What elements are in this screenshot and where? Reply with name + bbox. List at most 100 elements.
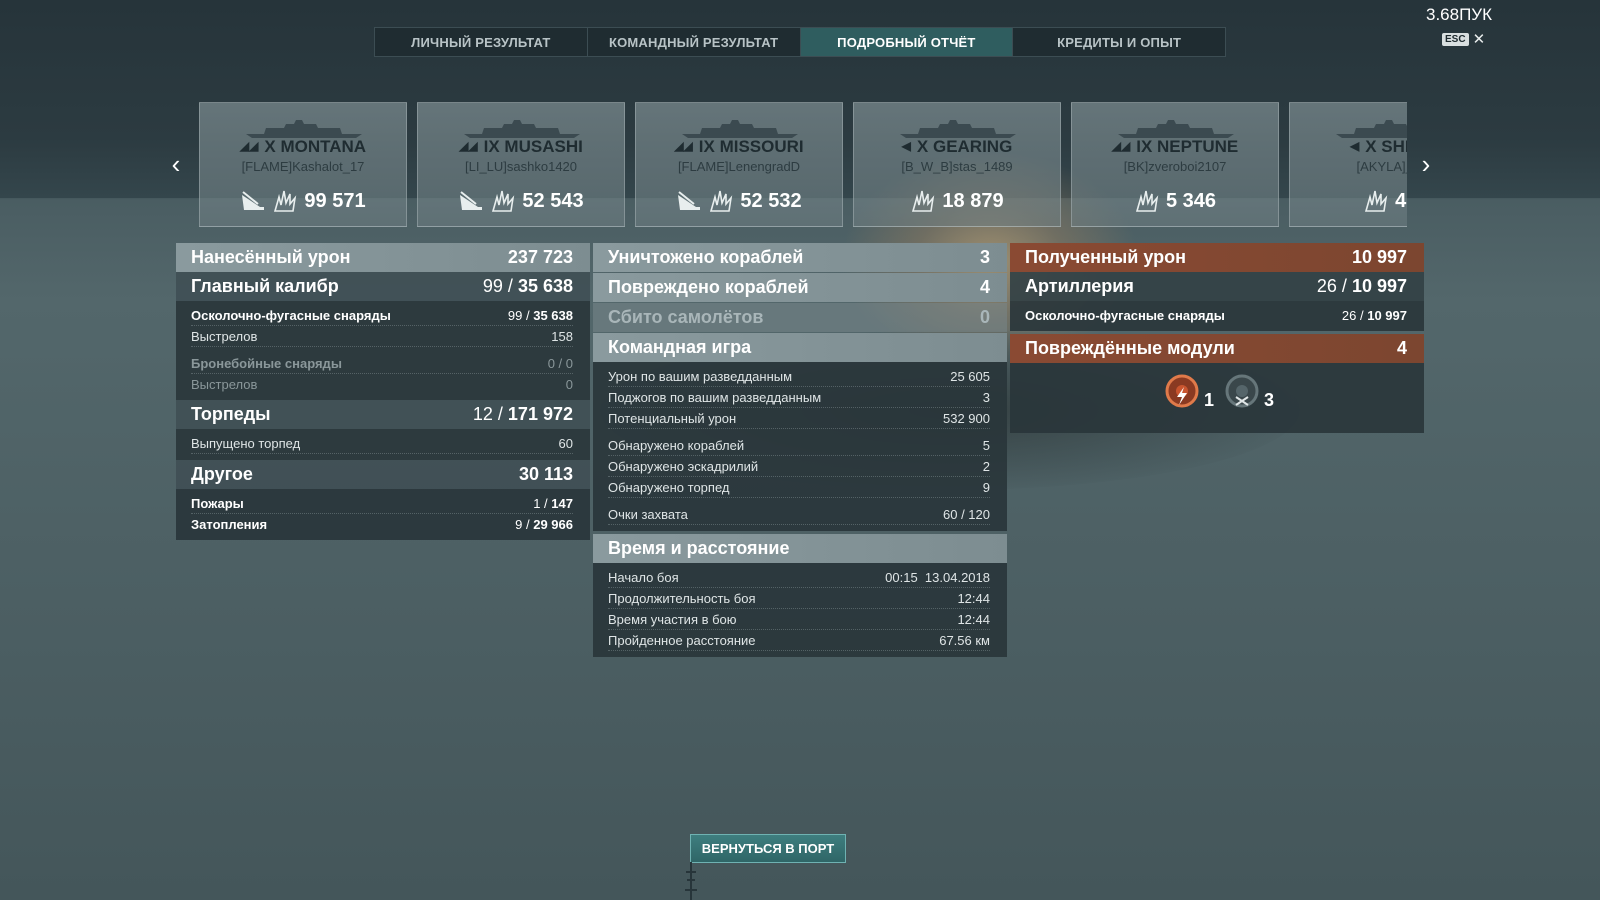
ship-silhouette-icon <box>1336 120 1407 138</box>
player-name: [FLAME]LenengradD <box>677 159 801 174</box>
tab-credits-xp[interactable]: КРЕДИТЫ И ОПЫТ <box>1013 28 1225 56</box>
ship-stats: 52 532 <box>636 189 842 213</box>
other-header: Другое 30 113 <box>176 460 590 489</box>
torpedo-hit-icon <box>460 191 483 210</box>
artillery-details: Осколочно-фугасные снаряды 26 / 10 997 <box>1010 301 1424 331</box>
ship-card[interactable]: ◀X SHIMA [AKYLA]_De 4 6 <box>1289 102 1407 227</box>
damage-dealt-header: Нанесённый урон 237 723 <box>176 243 590 272</box>
ship-stats: 4 6 <box>1290 189 1407 213</box>
artillery-header: Артиллерия 26 / 10 997 <box>1010 272 1424 301</box>
ship-class-icon: ◢◢ <box>459 139 478 153</box>
ship-class-icon: ◢◢ <box>674 139 693 153</box>
damaged-ships-header: Повреждено кораблей 4 <box>593 273 1007 302</box>
carousel-next-arrow-icon[interactable]: › <box>1417 150 1435 178</box>
ship-class-icon: ◀ <box>1349 139 1360 153</box>
ship-stats: 18 879 <box>854 189 1060 213</box>
he-shots-row: Выстрелов 158 <box>191 326 573 347</box>
torpedo-hit-icon <box>242 191 265 210</box>
potential-damage-row: Потенциальный урон 532 900 <box>608 408 990 429</box>
module-destroyed-icon <box>1225 374 1259 408</box>
damage-burst-icon <box>1365 190 1388 212</box>
ship-stats: 99 571 <box>200 189 406 213</box>
ship-card[interactable]: ◢◢ IX NEPTUNE [BK]zveroboi2107 5 346 <box>1071 102 1279 227</box>
ap-shells-row: Бронебойные снаряды 0 / 0 <box>191 353 573 374</box>
tab-personal-result[interactable]: ЛИЧНЫЙ РЕЗУЛЬТАТ <box>375 28 588 56</box>
torpedoes-spotted-row: Обнаружено торпед 9 <box>608 477 990 498</box>
damage-value: 18 879 <box>942 189 1004 212</box>
planes-shot-header: Сбито самолётов 0 <box>593 303 1007 332</box>
ship-silhouette-icon <box>1118 120 1234 138</box>
damage-dealt-label: Нанесённый урон <box>191 247 351 267</box>
version-label: 3.68ПУК <box>1425 5 1492 24</box>
ship-card[interactable]: ◢◢ X MONTANA [FLAME]Kashalot_17 99 571 <box>199 102 407 227</box>
carousel-prev-arrow-icon[interactable]: ‹ <box>167 150 185 178</box>
damage-burst-icon <box>492 190 515 212</box>
team-play-details: Урон по вашим разведданным 25 605 Поджого… <box>593 362 1007 531</box>
capture-points-row: Очки захвата 60 / 120 <box>608 504 990 525</box>
fires-row: Пожары 1 / 147 <box>191 493 573 514</box>
tab-team-result[interactable]: КОМАНДНЫЙ РЕЗУЛЬТАТ <box>588 28 801 56</box>
close-button[interactable]: ESC ✕ <box>1442 30 1486 48</box>
torpedo-hit-icon <box>678 191 701 210</box>
ship-mast-icon <box>685 862 697 900</box>
damage-burst-icon <box>710 190 733 212</box>
damage-value: 5 346 <box>1165 189 1217 212</box>
received-he-row: Осколочно-фугасные снаряды 26 / 10 997 <box>1025 307 1407 323</box>
return-to-port-button[interactable]: ВЕРНУТЬСЯ В ПОРТ <box>690 834 846 863</box>
ships-spotted-row: Обнаружено кораблей 5 <box>608 435 990 456</box>
ship-name: ◢◢ X MONTANA <box>239 137 367 156</box>
damage-value: 99 571 <box>304 189 366 212</box>
spotting-fires-row: Поджогов по вашим разведданным 3 <box>608 387 990 408</box>
ship-silhouette-icon <box>900 120 1016 138</box>
ship-name: ◢◢ IX NEPTUNE <box>1111 137 1239 156</box>
ship-class-icon: ◢◢ <box>239 139 259 153</box>
ship-silhouette-icon <box>246 120 362 138</box>
player-name: [LI_LU]sashko1420 <box>464 159 578 174</box>
ship-name: ◀ X GEARING <box>901 137 1013 156</box>
engine-module-entry: 1 <box>1162 371 1214 411</box>
main-battery-value: 99 / 35 638 <box>482 276 573 296</box>
esc-key-label: ESC <box>1442 33 1469 46</box>
battle-duration-row: Продолжительность боя 12:44 <box>608 588 990 609</box>
main-battery-header: Главный калибр 99 / 35 638 <box>176 272 590 301</box>
squadrons-spotted-row: Обнаружено эскадрилий 2 <box>608 456 990 477</box>
torpedoes-details: Выпущено торпед 60 <box>176 429 590 460</box>
main-battery-label: Главный калибр <box>191 276 339 296</box>
module-destroyed-entry: 3 <box>1222 371 1274 411</box>
ship-card[interactable]: ◢◢ IX MUSASHI [LI_LU]sashko1420 52 543 <box>417 102 625 227</box>
ship-card[interactable]: ◢◢ IX MISSOURI [FLAME]LenengradD 52 532 <box>635 102 843 227</box>
ap-shots-row: Выстрелов 0 <box>191 376 573 392</box>
time-distance-details: Начало боя 00:15 13.04.2018 Продолжительн… <box>593 563 1007 657</box>
damage-received-panel: Полученный урон 10 997 Артиллерия 26 / 10… <box>1010 243 1424 433</box>
results-tabs: ЛИЧНЫЙ РЕЗУЛЬТАТ КОМАНДНЫЙ РЕЗУЛЬТАТ ПОД… <box>374 27 1226 57</box>
ship-card[interactable]: ◀ X GEARING [B_W_B]stas_1489 18 879 <box>853 102 1061 227</box>
spotting-damage-row: Урон по вашим разведданным 25 605 <box>608 366 990 387</box>
player-name: [BK]zveroboi2107 <box>1123 159 1227 174</box>
team-play-header: Командная игра <box>593 333 1007 362</box>
ships-panel: Уничтожено кораблей 3 Повреждено кораблей… <box>593 243 1007 657</box>
tab-detailed-report[interactable]: ПОДРОБНЫЙ ОТЧЁТ <box>800 28 1014 56</box>
damage-received-header: Полученный урон 10 997 <box>1010 243 1424 272</box>
ship-stats: 52 543 <box>418 189 624 213</box>
close-icon: ✕ <box>1472 30 1486 48</box>
other-details: Пожары 1 / 147 Затопления 9 / 29 966 <box>176 489 590 540</box>
ship-name: ◀X SHIMA <box>1349 137 1407 156</box>
damage-value: 52 532 <box>740 189 802 212</box>
torpedoes-header: Торпеды 12 / 171 972 <box>176 400 590 429</box>
torpedoes-launched-row: Выпущено торпед 60 <box>191 433 573 454</box>
damage-burst-icon <box>912 190 935 212</box>
player-name: [AKYLA]_De <box>1356 159 1408 174</box>
player-name: [FLAME]Kashalot_17 <box>241 159 365 174</box>
ship-silhouette-icon <box>682 120 798 138</box>
ship-class-icon: ◀ <box>901 139 911 153</box>
ship-stats: 5 346 <box>1072 189 1278 213</box>
damage-burst-icon <box>274 190 297 212</box>
damaged-modules-icons: 1 3 <box>1010 363 1424 433</box>
ship-carousel: ◢◢ X MONTANA [FLAME]Kashalot_17 99 571 ◢◢ IX … <box>199 102 1407 227</box>
participation-time-row: Время участия в бою 12:44 <box>608 609 990 630</box>
player-name: [B_W_B]stas_1489 <box>901 159 1013 174</box>
ship-class-icon: ◢◢ <box>1111 139 1131 153</box>
damage-value: 52 543 <box>522 189 584 212</box>
damage-value: 4 6 <box>1395 189 1407 212</box>
ship-silhouette-icon <box>464 120 580 138</box>
